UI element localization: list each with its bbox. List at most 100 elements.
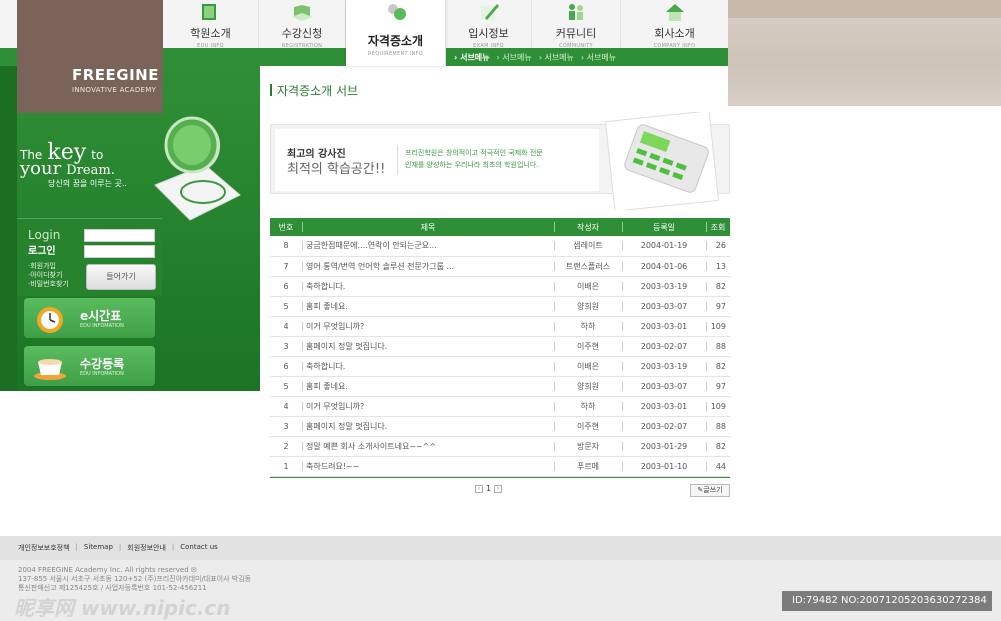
hero-word: your xyxy=(20,158,62,179)
post-date: 2003-03-07 xyxy=(622,296,706,316)
table-row[interactable]: 6 축하합니다. 이배은 2003-03-19 82 xyxy=(270,356,730,376)
table-row[interactable]: 4 이거 무엇입니까? 하하 2003-03-01 109 xyxy=(270,396,730,416)
footer-link-contact[interactable]: Contact us xyxy=(180,543,218,553)
post-number: 6 xyxy=(283,361,289,371)
nav-item-edu-info[interactable]: 학원소개 EDU INFO xyxy=(163,0,259,49)
post-title[interactable]: 축하합니다. xyxy=(302,276,554,296)
footer-separator: | xyxy=(171,543,175,551)
post-number: 3 xyxy=(283,341,289,351)
post-number: 2 xyxy=(283,441,289,451)
table-row[interactable]: 8 궁금한점때문에....연락이 안되는군요... 샘레이트 2004-01-19 26 xyxy=(270,236,730,256)
promo-sublabel: EDU INFOMATION xyxy=(80,371,124,377)
current-page[interactable]: 1 xyxy=(486,484,491,493)
find-password-link[interactable]: ·비밀번호찾기 xyxy=(28,280,69,289)
post-title[interactable]: 이거 무엇입니까? xyxy=(302,316,554,336)
post-number: 3 xyxy=(283,421,289,431)
nav-item-requirement-info[interactable]: 자격증소개 REQUIREMENT INFO xyxy=(346,0,446,66)
post-views: 109 xyxy=(706,396,730,416)
sub-nav: › 서브메뉴 › 서브메뉴 › 서브메뉴 › 서브메뉴 xyxy=(446,48,728,66)
accept-stamp-icon xyxy=(154,116,241,221)
table-row[interactable]: 4 이거 무엇입니까? 하하 2003-03-01 109 xyxy=(270,316,730,336)
footer-link-privacy[interactable]: 개인정보보호정책 xyxy=(18,543,70,553)
logo-title[interactable]: FREEGINE xyxy=(72,66,159,84)
post-number: 5 xyxy=(283,381,289,391)
post-title[interactable]: 정말 예쁜 회사 소개사이트네요~~^^ xyxy=(302,436,554,456)
nav-sublabel: REGISTRATION xyxy=(281,43,323,49)
table-row[interactable]: 5 홈피 좋네요. 양희원 2003-03-07 97 xyxy=(270,376,730,396)
column-header: 제목 xyxy=(302,218,554,236)
post-views: 82 xyxy=(706,436,730,456)
address-text: 137-855 서울시 서초구 서초동 120+52 (주)프리진아카데미/대표… xyxy=(18,575,252,583)
nav-label: 자격증소개 xyxy=(367,34,424,48)
table-row[interactable]: 3 홈페이지 정말 멋집니다. 이주현 2003-02-07 88 xyxy=(270,336,730,356)
signup-link[interactable]: ·회원가입 xyxy=(28,262,69,271)
login-id-field[interactable] xyxy=(84,229,155,242)
people-icon xyxy=(569,4,583,20)
find-id-link[interactable]: ·아이디찾기 xyxy=(28,271,69,280)
post-author: 양희원 xyxy=(554,376,622,396)
footer-link-member-info[interactable]: 회원정보안내 xyxy=(127,543,166,553)
table-row[interactable]: 2 정말 예쁜 회사 소개사이트네요~~^^ 방문자 2003-01-29 82 xyxy=(270,436,730,456)
post-number: 1 xyxy=(283,461,289,471)
post-author: 이주현 xyxy=(554,416,622,436)
post-title[interactable]: 궁금한점때문에....연락이 안되는군요... xyxy=(302,236,554,256)
post-author: 하하 xyxy=(554,316,622,336)
post-title[interactable]: 축하드려요!~~ xyxy=(302,456,554,476)
write-post-button[interactable]: ✎글쓰기 xyxy=(690,484,730,497)
post-views: 44 xyxy=(706,456,730,476)
table-row[interactable]: 1 축하드려요!~~ 푸르메 2003-01-10 44 xyxy=(270,456,730,476)
nav-item-company-info[interactable]: 회사소개 COMPANY INFO xyxy=(621,0,728,49)
table-row[interactable]: 6 축하합니다. 이배은 2003-03-19 82 xyxy=(270,276,730,296)
post-date: 2004-01-06 xyxy=(622,256,706,276)
nav-item-exam-info[interactable]: 입시정보 EXAM INFO xyxy=(446,0,532,49)
header-decor-strip xyxy=(728,0,1001,18)
enroll-promo-button[interactable]: 수강등록 EDU INFOMATION xyxy=(24,346,155,386)
email-icon[interactable]: ✉ xyxy=(191,566,197,574)
subnav-item[interactable]: › 서브메뉴 xyxy=(581,52,616,63)
table-row[interactable]: 7 영어 통역/번역 언어학 솔루션 전문가그룹 ... 트랜스플러스 2004-01… xyxy=(270,256,730,276)
post-title[interactable]: 홈페이지 정말 멋집니다. xyxy=(302,416,554,436)
post-views: 26 xyxy=(706,236,730,256)
post-title[interactable]: 축하합니다. xyxy=(302,356,554,376)
hero-caption: 당신의 꿈을 이루는 곳.. xyxy=(48,179,127,188)
subnav-item[interactable]: › 서브메뉴 xyxy=(539,52,574,63)
left-panel-edge xyxy=(0,66,17,391)
post-views: 13 xyxy=(706,256,730,276)
column-header: 등록일 xyxy=(622,218,706,236)
post-date: 2003-03-01 xyxy=(622,316,706,336)
tea-cup-icon xyxy=(34,359,66,380)
login-password-field[interactable] xyxy=(84,245,155,258)
timetable-promo-button[interactable]: e시간표 EDU INFOMATION xyxy=(24,298,155,338)
logo-block[interactable] xyxy=(17,0,163,113)
banner-text-line: 인재를 양성하는 우리나라 최초의 학원입니다. xyxy=(405,161,539,169)
post-number: 5 xyxy=(283,301,289,311)
post-title[interactable]: 홈피 좋네요. xyxy=(302,376,554,396)
logo-tagline: INNOVATIVE ACADEMY xyxy=(72,86,157,94)
calculator-icon xyxy=(605,112,719,210)
post-title[interactable]: 이거 무엇입니까? xyxy=(302,396,554,416)
login-button[interactable]: 들어가기 xyxy=(86,264,156,290)
subnav-item[interactable]: › 서브메뉴 xyxy=(497,52,532,63)
post-title[interactable]: 홈페이지 정말 멋집니다. xyxy=(302,336,554,356)
next-page-button[interactable]: › xyxy=(494,484,503,493)
post-number: 7 xyxy=(283,261,289,271)
footer-link-sitemap[interactable]: Sitemap xyxy=(84,543,113,553)
nav-item-community[interactable]: 커뮤니티 COMMUNITY xyxy=(532,0,621,49)
table-row[interactable]: 5 홈피 좋네요. 양희원 2003-03-07 97 xyxy=(270,296,730,316)
prev-page-button[interactable]: ‹ xyxy=(475,484,483,493)
page-title-text: 자격증소개 서브 xyxy=(277,84,359,98)
post-number: 8 xyxy=(283,241,289,251)
table-row[interactable]: 3 홈페이지 정말 멋집니다. 이주현 2003-02-07 88 xyxy=(270,416,730,436)
post-title[interactable]: 영어 통역/번역 언어학 솔루션 전문가그룹 ... xyxy=(302,256,554,276)
hero-word: Dream. xyxy=(66,163,115,178)
image-id-badge: ID:79482 NO:20071205203630272384 xyxy=(782,591,992,611)
copyright-text: 2004 FREEGINE Academy Inc. All rights re… xyxy=(18,566,251,575)
login-title: Login xyxy=(28,228,61,242)
post-number: 4 xyxy=(283,401,289,411)
post-number: 4 xyxy=(283,321,289,331)
student-icon xyxy=(387,4,406,20)
subnav-item[interactable]: › 서브메뉴 xyxy=(454,52,490,63)
open-book-icon xyxy=(292,5,312,21)
post-title[interactable]: 홈피 좋네요. xyxy=(302,296,554,316)
nav-item-registration[interactable]: 수강신청 REGISTRATION xyxy=(259,0,346,49)
